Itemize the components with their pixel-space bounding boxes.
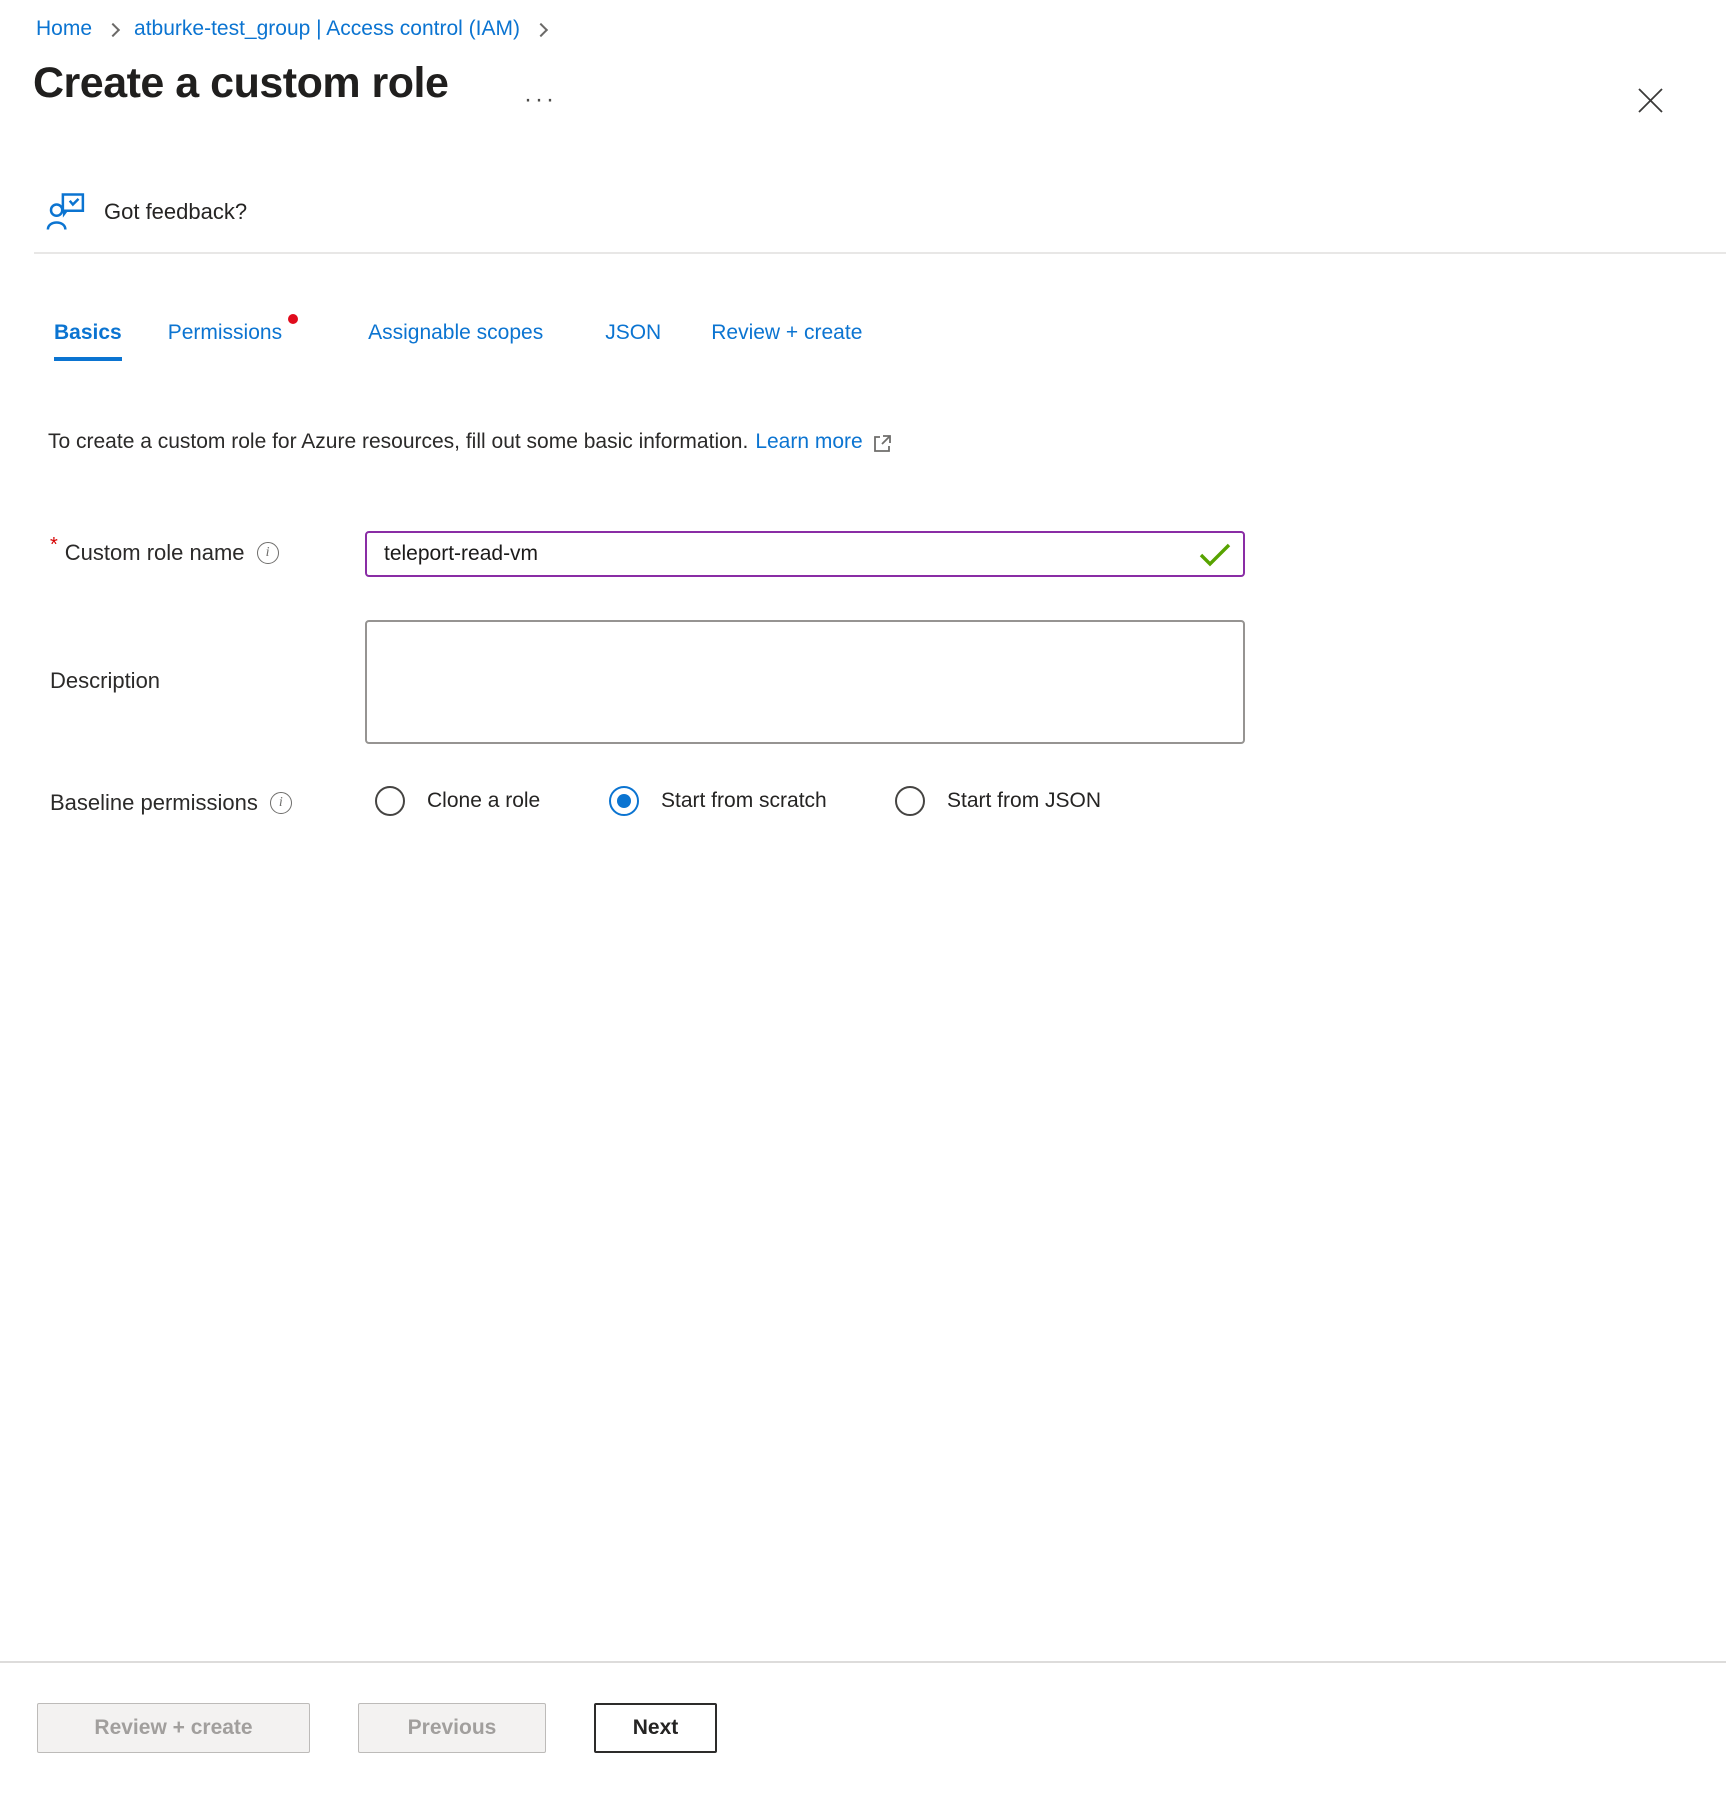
- custom-role-name-input[interactable]: [365, 531, 1245, 577]
- description-textarea[interactable]: [365, 620, 1245, 744]
- custom-role-name-label-text: Custom role name: [65, 540, 245, 566]
- tab-json-label: JSON: [605, 321, 661, 344]
- permissions-alert-dot-icon: [288, 314, 298, 324]
- custom-role-name-label: * Custom role name: [50, 540, 279, 566]
- intro-text: To create a custom role for Azure resour…: [48, 430, 748, 454]
- tab-assignable-scopes-label: Assignable scopes: [368, 321, 543, 344]
- radio-start-from-json-label: Start from JSON: [947, 789, 1101, 813]
- breadcrumb-access-control[interactable]: atburke-test_group | Access control (IAM…: [134, 16, 520, 42]
- page-title: Create a custom role: [33, 56, 448, 110]
- chevron-right-icon: [534, 22, 548, 36]
- create-custom-role-panel: Home atburke-test_group | Access control…: [0, 0, 1726, 1800]
- close-icon-glyph: [1637, 87, 1664, 114]
- tab-basics-label: Basics: [54, 321, 122, 344]
- baseline-permissions-label-text: Baseline permissions: [50, 790, 258, 816]
- chevron-right-icon: [106, 22, 120, 36]
- radio-selected-icon: [609, 786, 639, 816]
- close-icon[interactable]: [1630, 80, 1670, 120]
- radio-unselected-icon: [895, 786, 925, 816]
- intro-text-row: To create a custom role for Azure resour…: [48, 430, 893, 454]
- radio-clone-a-role[interactable]: Clone a role: [375, 786, 540, 816]
- header-divider: [34, 252, 1726, 254]
- tab-json[interactable]: JSON: [605, 320, 661, 361]
- previous-button[interactable]: Previous: [358, 1703, 546, 1753]
- footer-divider: [0, 1661, 1726, 1663]
- radio-start-from-scratch-label: Start from scratch: [661, 789, 827, 813]
- tab-permissions[interactable]: Permissions: [168, 320, 282, 361]
- required-asterisk: *: [50, 532, 58, 558]
- review-create-button[interactable]: Review + create: [37, 1703, 310, 1753]
- learn-more-link[interactable]: Learn more: [755, 430, 862, 454]
- got-feedback-label: Got feedback?: [104, 199, 247, 225]
- breadcrumb: Home atburke-test_group | Access control…: [36, 16, 546, 42]
- tab-assignable-scopes[interactable]: Assignable scopes: [368, 320, 543, 361]
- description-label: Description: [50, 668, 160, 694]
- description-label-text: Description: [50, 668, 160, 694]
- next-button[interactable]: Next: [594, 1703, 717, 1753]
- tab-review-create[interactable]: Review + create: [711, 320, 862, 361]
- radio-clone-a-role-label: Clone a role: [427, 789, 540, 813]
- radio-unselected-icon: [375, 786, 405, 816]
- radio-start-from-scratch[interactable]: Start from scratch: [609, 786, 827, 816]
- tab-permissions-label: Permissions: [168, 321, 282, 344]
- breadcrumb-home[interactable]: Home: [36, 16, 92, 42]
- baseline-permissions-label: Baseline permissions: [50, 790, 292, 816]
- more-options-button[interactable]: ···: [524, 86, 557, 114]
- external-link-icon: [872, 433, 893, 454]
- info-icon[interactable]: [270, 792, 292, 814]
- tab-bar: Basics Permissions Assignable scopes JSO…: [54, 320, 862, 361]
- info-icon[interactable]: [257, 542, 279, 564]
- feedback-person-icon: [46, 192, 86, 232]
- tab-review-create-label: Review + create: [711, 321, 862, 344]
- got-feedback-button[interactable]: Got feedback?: [46, 192, 247, 232]
- tab-basics[interactable]: Basics: [54, 320, 122, 361]
- radio-start-from-json[interactable]: Start from JSON: [895, 786, 1101, 816]
